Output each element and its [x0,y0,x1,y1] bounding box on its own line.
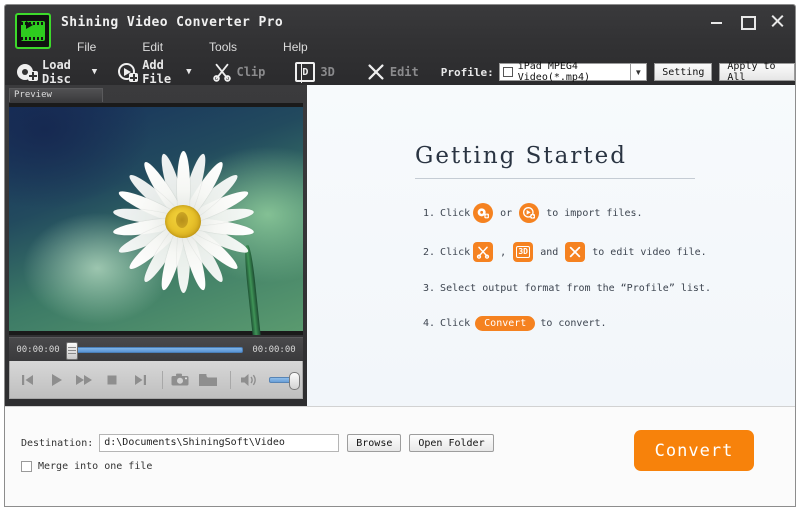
total-time: 00:00:00 [245,345,303,355]
step-3-number: 3. [423,283,435,294]
page-title: Getting Started [415,143,627,169]
getting-started-panel: Getting Started 1. Click or to import fi… [307,85,795,406]
window-controls [709,13,785,29]
step-3-text: Select output format from the “Profile” … [440,283,711,294]
profile-group: Profile: iPad MPEG4 Video(*.mp4) ▼ Setti… [441,63,795,81]
close-icon[interactable] [769,13,785,29]
disc-add-icon [17,61,39,83]
step-1-text-a: Click [440,208,470,219]
browse-button[interactable]: Browse [347,434,401,452]
destination-row: Destination: d:\Documents\ShiningSoft\Vi… [21,434,494,452]
load-disc-button[interactable]: Load Disc ▼ [13,59,101,85]
merge-label: Merge into one file [38,461,152,472]
profile-checkbox-icon [503,67,513,77]
title-bar: Shining Video Converter Pro File Edit To… [5,5,795,85]
menu-bar: File Edit Tools Help [61,38,344,56]
add-file-label: Add File [142,58,183,86]
wrench-screwdriver-icon[interactable] [565,242,585,262]
title-divider [415,178,695,179]
toolbar: Load Disc ▼ Add File ▼ [5,59,795,85]
window-frame: Shining Video Converter Pro File Edit To… [4,4,796,507]
previous-button[interactable] [16,368,40,392]
profile-value: iPad MPEG4 Video(*.mp4) [518,61,627,83]
current-time: 00:00:00 [9,345,67,355]
convert-chip[interactable]: Convert [475,316,535,331]
step-1-text-b: or [500,208,512,219]
clip-button[interactable]: Clip [207,59,269,85]
seek-track[interactable] [69,347,243,353]
step-1-number: 1. [423,208,435,219]
chevron-down-icon[interactable]: ▼ [92,67,97,77]
edit-label: Edit [390,65,419,79]
step-2-text-b: , [500,247,506,258]
minimize-icon[interactable] [709,13,725,29]
step-2-number: 2. [423,247,435,258]
wrench-screwdriver-icon [365,61,387,83]
three-d-label: 3D [320,65,334,79]
menu-tools[interactable]: Tools [199,38,247,56]
maximize-icon[interactable] [739,13,755,29]
menu-help[interactable]: Help [273,38,318,56]
snapshot-button[interactable] [168,368,192,392]
stop-button[interactable] [100,368,124,392]
step-1-text-c: to import files. [546,208,642,219]
bottom-bar: Destination: d:\Documents\ShiningSoft\Vi… [5,406,795,507]
apply-to-all-button[interactable]: Apply to All [719,63,795,81]
merge-checkbox[interactable] [21,461,32,472]
clip-label: Clip [236,65,265,79]
profile-select[interactable]: iPad MPEG4 Video(*.mp4) [499,63,631,81]
step-3: 3. Select output format from the “Profil… [423,283,711,294]
preview-tab[interactable]: Preview [9,88,103,102]
step-2-text-a: Click [440,247,470,258]
add-file-button[interactable]: Add File ▼ [113,59,195,85]
add-file-icon [117,61,139,83]
volume-icon[interactable] [237,368,261,392]
edit-button[interactable]: Edit [361,59,423,85]
open-folder-button[interactable] [196,368,220,392]
step-2: 2. Click , 3D and to edit video file. [423,242,711,262]
step-4-number: 4. [423,318,435,329]
cube-3d-icon: D [295,62,315,82]
menu-edit[interactable]: Edit [132,38,173,56]
next-button[interactable] [128,368,152,392]
seek-thumb[interactable] [66,342,78,360]
flower-center [165,205,201,238]
app-logo-icon [15,13,51,49]
menu-file[interactable]: File [67,38,106,56]
volume-thumb[interactable] [289,372,300,390]
scissors-icon[interactable] [473,242,493,262]
video-display[interactable] [9,103,303,335]
player-controls [9,361,303,399]
fast-forward-button[interactable] [72,368,96,392]
disc-add-icon[interactable] [473,203,493,223]
destination-input[interactable]: d:\Documents\ShiningSoft\Video [99,434,339,452]
seek-bar: 00:00:00 00:00:00 [9,337,303,361]
step-2-text-d: to edit video file. [592,247,706,258]
cube-3d-icon[interactable]: 3D [513,242,533,262]
step-4: 4. Click Convert to convert. [423,316,607,331]
convert-button[interactable]: Convert [634,430,754,471]
application-window: Shining Video Converter Pro File Edit To… [0,0,800,511]
app-title: Shining Video Converter Pro [61,15,283,30]
three-d-button[interactable]: D 3D [291,59,338,85]
profile-dropdown-arrow-icon[interactable]: ▼ [631,63,648,81]
step-4-text-c: to convert. [540,318,606,329]
add-file-icon[interactable] [519,203,539,223]
merge-checkbox-row[interactable]: Merge into one file [21,461,152,472]
destination-label: Destination: [21,438,93,449]
step-2-text-c: and [540,247,558,258]
open-folder-button[interactable]: Open Folder [409,434,493,452]
scissors-icon [211,61,233,83]
daisy-flower [103,143,263,301]
preview-panel: Preview 00:00:00 00:00:00 [5,85,307,406]
setting-button[interactable]: Setting [654,63,712,81]
step-4-text-a: Click [440,318,470,329]
load-disc-label: Load Disc [42,58,89,86]
step-1: 1. Click or to import files. [423,203,647,223]
chevron-down-icon[interactable]: ▼ [186,67,191,77]
video-frame-image [9,107,303,331]
play-button[interactable] [44,368,68,392]
profile-label: Profile: [441,66,494,79]
volume-slider[interactable] [269,377,296,383]
